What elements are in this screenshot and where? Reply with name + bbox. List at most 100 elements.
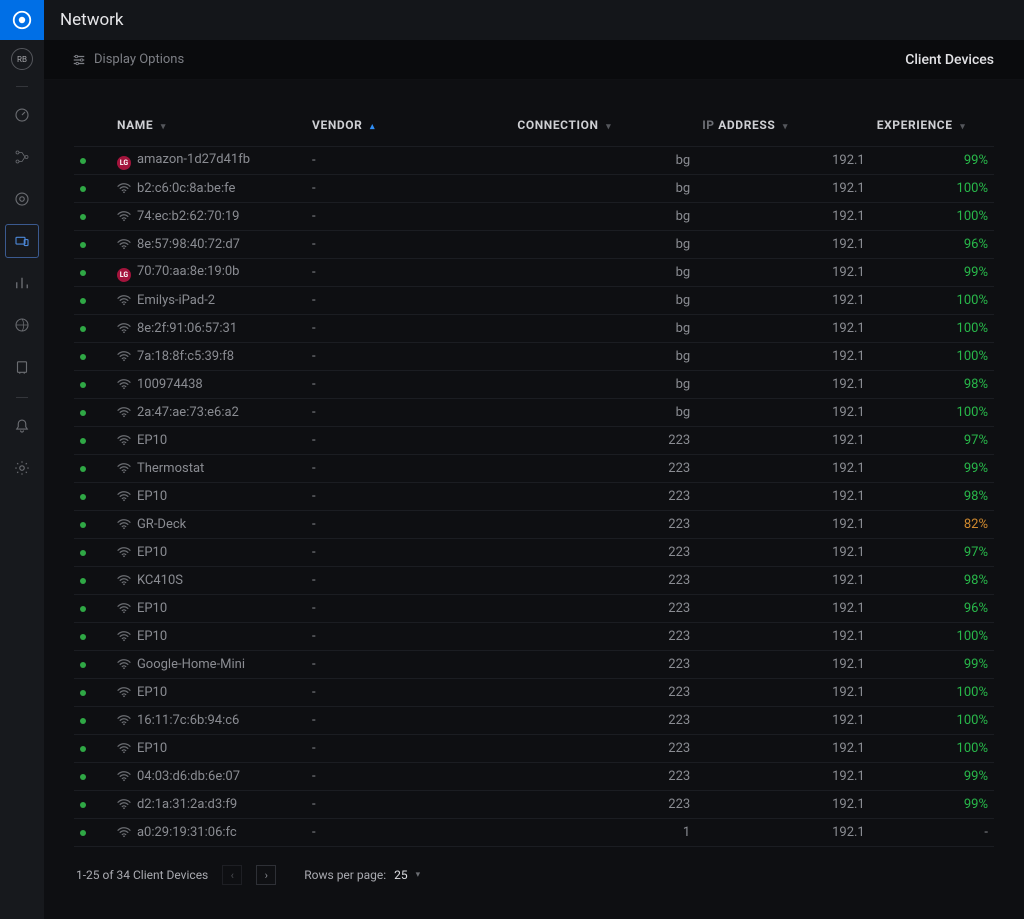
wifi-icon (117, 433, 131, 447)
client-connection: 223 (511, 539, 696, 567)
chevron-up-icon: ▴ (370, 122, 375, 132)
client-experience: 100% (871, 287, 994, 315)
client-name: a0:29:19:31:06:fc (137, 825, 237, 840)
col-experience[interactable]: EXPERIENCE ▾ (871, 108, 994, 147)
client-ip: 192.1 (696, 259, 871, 287)
col-ip-label: ADDRESS (718, 118, 775, 132)
col-connection-label: CONNECTION (517, 118, 598, 132)
client-experience: 97% (871, 427, 994, 455)
table-row[interactable]: 04:03:d6:db:6e:07-223192.199% (74, 763, 994, 791)
table-row[interactable]: d2:1a:31:2a:d3:f9-223192.199% (74, 791, 994, 819)
rows-per-page-select[interactable]: Rows per page: 25 ▾ (304, 868, 420, 882)
table-row[interactable]: 7a:18:8f:c5:39:f8-bg192.1100% (74, 343, 994, 371)
client-experience: 100% (871, 735, 994, 763)
table-row[interactable]: a0:29:19:31:06:fc-1192.1- (74, 819, 994, 847)
client-ip: 192.1 (696, 707, 871, 735)
wifi-icon (117, 825, 131, 839)
nav-clients[interactable] (6, 225, 38, 257)
wifi-icon (117, 405, 131, 419)
client-ip: 192.1 (696, 819, 871, 847)
client-experience: 100% (871, 623, 994, 651)
table-row[interactable]: b2:c6:0c:8a:be:fe-bg192.1100% (74, 175, 994, 203)
client-ip: 192.1 (696, 763, 871, 791)
chevron-down-icon: ▾ (783, 122, 788, 132)
status-dot-icon (80, 438, 86, 444)
client-connection: 223 (511, 707, 696, 735)
table-row[interactable]: Thermostat-223192.199% (74, 455, 994, 483)
tab-client-devices[interactable]: Client Devices (903, 52, 996, 68)
wifi-icon (117, 461, 131, 475)
client-name: b2:c6:0c:8a:be:fe (137, 181, 235, 196)
table-row[interactable]: EP10-223192.1100% (74, 623, 994, 651)
nav-dashboard[interactable] (6, 99, 38, 131)
client-connection: bg (511, 343, 696, 371)
chevron-down-icon: ▾ (161, 122, 166, 132)
client-vendor: - (306, 343, 511, 371)
table-row[interactable]: 8e:57:98:40:72:d7-bg192.196% (74, 231, 994, 259)
nav-settings[interactable] (6, 452, 38, 484)
table-row[interactable]: EP10-223192.197% (74, 427, 994, 455)
table-row[interactable]: GR-Deck-223192.182% (74, 511, 994, 539)
nav-separator (16, 86, 28, 87)
client-vendor: - (306, 763, 511, 791)
table-row[interactable]: 74:ec:b2:62:70:19-bg192.1100% (74, 203, 994, 231)
client-vendor: - (306, 623, 511, 651)
client-connection: 223 (511, 567, 696, 595)
wifi-icon (117, 293, 131, 307)
client-name: EP10 (137, 629, 167, 644)
table-row[interactable]: KC410S-223192.198% (74, 567, 994, 595)
client-vendor: - (306, 679, 511, 707)
topbar: Network (0, 0, 1024, 40)
col-vendor[interactable]: VENDOR ▴ (306, 108, 511, 147)
client-name: EP10 (137, 545, 167, 560)
client-experience: 97% (871, 539, 994, 567)
status-dot-icon (80, 214, 86, 220)
app-logo[interactable] (0, 0, 44, 40)
client-name: KC410S (137, 573, 183, 588)
client-connection: bg (511, 203, 696, 231)
client-ip: 192.1 (696, 371, 871, 399)
table-row[interactable]: EP10-223192.198% (74, 483, 994, 511)
table-row[interactable]: EP10-223192.1100% (74, 679, 994, 707)
client-vendor: - (306, 791, 511, 819)
nav-notifications[interactable] (6, 410, 38, 442)
col-connection[interactable]: CONNECTION ▾ (511, 108, 696, 147)
table-row[interactable]: 100974438-bg192.198% (74, 371, 994, 399)
client-name: Thermostat (137, 461, 204, 476)
table-row[interactable]: 16:11:7c:6b:94:c6-223192.1100% (74, 707, 994, 735)
nav-stats[interactable] (6, 267, 38, 299)
status-dot-icon (80, 690, 86, 696)
nav-avatar[interactable]: RB (11, 48, 33, 70)
gateway-icon (13, 358, 31, 376)
table-row[interactable]: Google-Home-Mini-223192.199% (74, 651, 994, 679)
nav-wifi[interactable] (6, 309, 38, 341)
col-vendor-label: VENDOR (312, 118, 362, 132)
client-vendor: - (306, 315, 511, 343)
table-row[interactable]: Emilys-iPad-2-bg192.1100% (74, 287, 994, 315)
display-options-button[interactable]: Display Options (72, 52, 184, 67)
table-row[interactable]: EP10-223192.197% (74, 539, 994, 567)
client-name: EP10 (137, 685, 167, 700)
pager-prev-button[interactable]: ‹ (222, 865, 242, 885)
table-row[interactable]: EP10-223192.1100% (74, 735, 994, 763)
nav-security[interactable] (6, 351, 38, 383)
client-name: Emilys-iPad-2 (137, 293, 215, 308)
table-row[interactable]: 2a:47:ae:73:e6:a2-bg192.1100% (74, 399, 994, 427)
nav-topology[interactable] (6, 141, 38, 173)
ubiquiti-logo-icon (11, 9, 33, 31)
table-row[interactable]: 8e:2f:91:06:57:31-bg192.1100% (74, 315, 994, 343)
table-row[interactable]: EP10-223192.196% (74, 595, 994, 623)
subheader: Display Options Client Devices (44, 40, 1024, 80)
client-ip: 192.1 (696, 175, 871, 203)
col-ip[interactable]: IP ADDRESS ▾ (696, 108, 871, 147)
client-ip: 192.1 (696, 343, 871, 371)
wifi-icon (117, 377, 131, 391)
chevron-down-icon: ▾ (416, 870, 421, 880)
lg-brand-icon: LG (117, 268, 131, 282)
pager-next-button[interactable]: › (256, 865, 276, 885)
col-name[interactable]: NAME ▾ (111, 108, 306, 147)
nav-devices[interactable] (6, 183, 38, 215)
table-row[interactable]: LGamazon-1d27d41fb-bg192.199% (74, 147, 994, 175)
client-name: 8e:57:98:40:72:d7 (137, 237, 240, 252)
table-row[interactable]: LG70:70:aa:8e:19:0b-bg192.199% (74, 259, 994, 287)
